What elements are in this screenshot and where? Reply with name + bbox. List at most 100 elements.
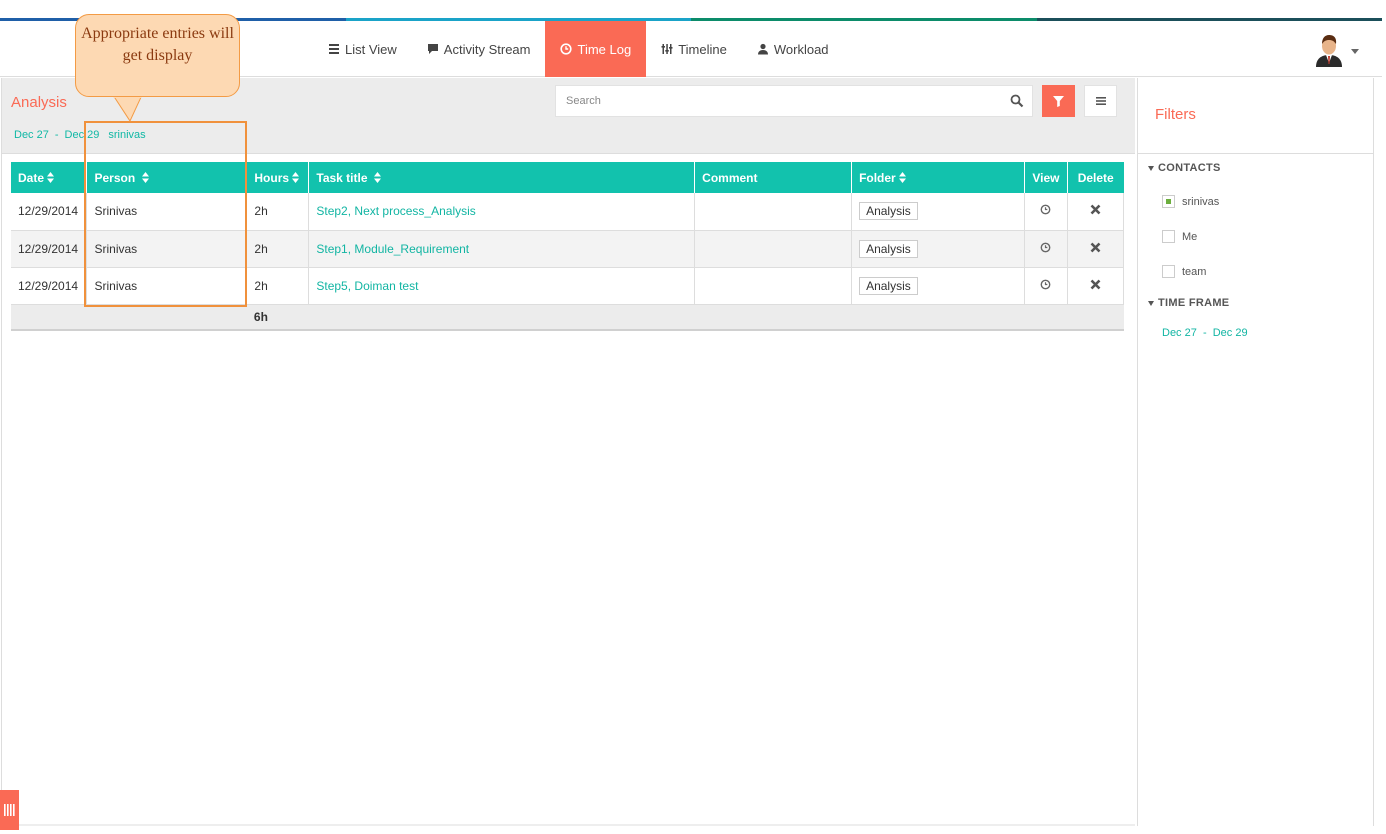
total-spacer	[86, 304, 247, 331]
cell-view	[1024, 230, 1068, 268]
cell-comment	[694, 193, 853, 231]
header-label: Task title	[316, 170, 368, 185]
left-divider	[1, 78, 2, 828]
search-icon[interactable]	[1010, 94, 1024, 108]
cell-comment	[694, 230, 853, 268]
folder-tag[interactable]: Analysis	[859, 239, 918, 258]
header-label: Date	[18, 170, 45, 185]
total-row: 6h	[11, 304, 1124, 331]
tab-label: List View	[345, 41, 397, 57]
contact-filter-me[interactable]: Me	[1162, 230, 1197, 243]
annotation-callout: Appropriate entries will get display	[75, 14, 240, 97]
sliders-icon	[661, 44, 673, 54]
cell-date: 12/29/2014	[11, 230, 88, 268]
avatar[interactable]	[1314, 31, 1344, 67]
column-header-comment: Comment	[694, 162, 853, 193]
caret-down-icon	[1148, 300, 1154, 306]
search-box	[555, 85, 1033, 117]
folder-tag[interactable]: Analysis	[859, 276, 918, 295]
side-panel-toggle[interactable]	[0, 790, 19, 830]
filter-toggle-button[interactable]	[1042, 85, 1075, 117]
cell-delete	[1067, 267, 1125, 305]
total-spacer	[1067, 304, 1124, 331]
total-hours: 6h	[246, 304, 309, 331]
range-start[interactable]: Dec 27	[14, 129, 49, 141]
cell-folder: Analysis	[851, 230, 1025, 268]
total-spacer	[308, 304, 695, 331]
tab-workload[interactable]: Workload	[742, 21, 844, 77]
list-icon	[329, 44, 339, 54]
checkbox[interactable]	[1162, 230, 1175, 243]
section-label: CONTACTS	[1158, 162, 1221, 174]
delete-icon[interactable]	[1090, 242, 1101, 253]
delete-icon[interactable]	[1090, 279, 1101, 290]
bottom-divider	[2, 824, 1135, 826]
contacts-section-toggle[interactable]: CONTACTS	[1148, 162, 1221, 174]
menu-icon	[1095, 97, 1106, 105]
tab-timeline[interactable]: Timeline	[646, 21, 742, 77]
filters-title: Filters	[1155, 106, 1196, 123]
cell-folder: Analysis	[851, 193, 1025, 231]
tab-label: Workload	[773, 41, 829, 57]
task-link[interactable]: Step5, Doiman test	[308, 267, 696, 305]
cell-delete	[1067, 230, 1125, 268]
total-spacer	[851, 304, 1025, 331]
clock-icon[interactable]	[1040, 204, 1051, 215]
cell-date: 12/29/2014	[11, 193, 88, 231]
sort-icon	[292, 171, 300, 183]
tab-list-view[interactable]: List View	[313, 21, 412, 77]
menu-button[interactable]	[1084, 85, 1117, 117]
total-spacer	[1024, 304, 1068, 331]
highlight-box	[84, 121, 247, 307]
tab-time-log[interactable]: Time Log	[545, 21, 647, 77]
column-header-view: View	[1024, 162, 1068, 193]
tab-activity-stream[interactable]: Activity Stream	[412, 21, 546, 77]
cell-view	[1024, 267, 1068, 305]
sort-icon	[47, 171, 55, 183]
contact-filter-srinivas[interactable]: srinivas	[1162, 195, 1219, 208]
column-header-task-title[interactable]: Task title	[308, 162, 696, 193]
cell-view	[1024, 193, 1068, 231]
caret-down-icon	[1148, 165, 1154, 171]
bars-icon	[4, 804, 15, 816]
clock-icon[interactable]	[1040, 242, 1051, 253]
tab-label: Activity Stream	[443, 41, 531, 57]
column-header-delete: Delete	[1067, 162, 1124, 193]
checkbox[interactable]	[1162, 265, 1175, 278]
column-header-date[interactable]: Date	[11, 162, 88, 193]
total-spacer	[11, 304, 87, 331]
cell-comment	[694, 267, 853, 305]
checkbox[interactable]	[1162, 195, 1175, 208]
tab-label: Time Log	[577, 41, 632, 57]
timeframe-section-toggle[interactable]: TIME FRAME	[1148, 297, 1229, 309]
column-header-hours[interactable]: Hours	[246, 162, 310, 193]
filters-panel: Filters CONTACTS srinivas Me team TIME F…	[1137, 78, 1374, 826]
cell-folder: Analysis	[851, 267, 1025, 305]
user-icon	[757, 43, 768, 55]
page: List View Activity Stream Time Log Timel…	[0, 0, 1386, 834]
delete-icon[interactable]	[1090, 204, 1101, 215]
total-spacer	[694, 304, 852, 331]
folder-tag[interactable]: Analysis	[859, 202, 918, 221]
filter-icon	[1053, 95, 1064, 107]
contact-label: Me	[1182, 230, 1198, 243]
search-input[interactable]	[556, 86, 996, 116]
cell-date: 12/29/2014	[11, 267, 88, 305]
task-link[interactable]: Step2, Next process_Analysis	[308, 193, 696, 231]
tab-label: Timeline	[678, 41, 727, 57]
clock-icon[interactable]	[1040, 279, 1051, 290]
page-title: Analysis	[11, 94, 67, 111]
timeframe-value[interactable]: Dec 27 - Dec 29	[1162, 327, 1248, 339]
sort-icon	[898, 171, 906, 183]
task-link[interactable]: Step1, Module_Requirement	[308, 230, 696, 268]
chevron-down-icon[interactable]	[1351, 49, 1359, 54]
column-header-folder[interactable]: Folder	[851, 162, 1025, 193]
sort-icon	[373, 171, 381, 183]
contact-label: team	[1182, 265, 1207, 278]
cell-hours: 2h	[246, 230, 310, 268]
view-tabs: List View Activity Stream Time Log Timel…	[313, 21, 844, 77]
contact-filter-team[interactable]: team	[1162, 265, 1206, 278]
comment-icon	[427, 44, 438, 54]
callout-pointer	[112, 95, 143, 123]
header-label: Hours	[254, 170, 290, 185]
